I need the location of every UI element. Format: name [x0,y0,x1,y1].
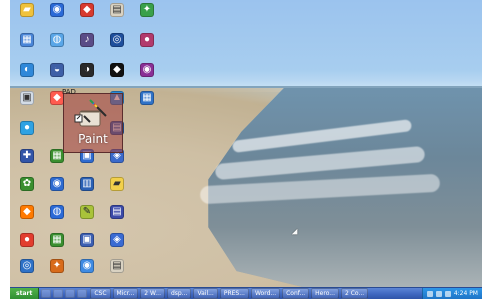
web-icon: ◎ [110,33,124,47]
app-icon: ◉ [80,259,94,273]
paint-label: Paint [78,132,108,146]
app-icon: ▦ [140,91,154,105]
tray-icon[interactable] [426,290,433,297]
taskbar: start CSC Micr... 2 W... dsp... Vail... … [10,287,482,299]
tray-icon[interactable] [435,290,442,297]
app-icon: ● [140,33,154,47]
desktop-icon-4[interactable]: ▤ [102,3,132,35]
folder-icon: ▰ [20,3,34,17]
tool-icon: ✦ [140,3,154,17]
app-icon: ✚ [20,149,34,163]
start-button[interactable]: start [10,288,40,299]
desktop-icon-41[interactable]: ▤ [102,259,132,287]
taskbar-button[interactable]: dsp... [167,288,192,299]
desktop-icon-8[interactable]: ♪ [72,33,102,65]
desktop-icon-9[interactable]: ◎ [102,33,132,65]
app-icon: ▦ [50,233,64,247]
app-icon: ◐ [20,63,34,77]
app-icon: ✦ [50,259,64,273]
quick-launch-icon-3[interactable] [65,289,76,298]
desktop-icon-19[interactable]: ▦ [132,91,162,123]
desktop-icon-39[interactable]: ✦ [42,259,72,287]
desktop: ▰ ◉ ◆ ▤ ✦ ▦ ◍ ♪ ◎ ● ◐ ◒ ◑ ◆ ◉ ▣ ◆ ▦ ● ✚ … [10,0,482,287]
app-icon: ◉ [140,63,154,77]
paint-selection-tile[interactable]: PAD Paint [62,88,123,153]
taskbar-button[interactable]: Hero... [311,288,339,299]
app-icon: ▥ [80,177,94,191]
app-icon: ◑ [80,63,94,77]
app-icon: ◆ [20,205,34,219]
system-tray: 4:24 PM [421,288,482,299]
tray-icon[interactable] [444,290,451,297]
app-icon: ✎ [80,205,94,219]
app-icon: ✿ [20,177,34,191]
desktop-icon-10[interactable]: ● [132,33,162,65]
app-icon: ▦ [50,149,64,163]
desktop-icon-1[interactable]: ▰ [12,3,42,35]
paint-icon [74,99,107,127]
paint-tile-small-text: PAD [62,88,76,96]
taskbar-button[interactable]: Micr... [112,288,139,299]
network-icon: ◉ [50,3,64,17]
taskbar-button[interactable]: 2 W... [140,288,165,299]
taskbar-tasks: CSC Micr... 2 W... dsp... Vail... PRES..… [90,288,419,299]
desktop-icon-5[interactable]: ✦ [132,3,162,35]
app-icon: ◆ [110,63,124,77]
document-icon: ▤ [110,3,124,17]
app-icon: ◍ [50,205,64,219]
desktop-icon-7[interactable]: ◍ [42,33,72,65]
app-icon: ▣ [80,233,94,247]
folder-icon: ▰ [110,177,124,191]
app-icon: ◎ [20,259,34,273]
app-icon: ◒ [50,63,64,77]
desktop-icon-38[interactable]: ◎ [12,259,42,287]
app-icon: ▦ [20,33,34,47]
desktop-icon-6[interactable]: ▦ [12,33,42,65]
app-icon: ◍ [50,33,64,47]
app-icon: ● [20,121,34,135]
desktop-icon-13[interactable]: ◑ [72,63,102,95]
app-icon: ◉ [50,177,64,191]
taskbar-button[interactable]: 2 Co... [341,288,369,299]
media-icon: ♪ [80,33,94,47]
quick-launch-icon-4[interactable] [77,289,88,298]
clock[interactable]: 4:24 PM [454,290,478,297]
app-icon: ▤ [110,205,124,219]
taskbar-button[interactable]: Vail... [193,288,218,299]
document-icon: ▤ [110,259,124,273]
desktop-icon-40[interactable]: ◉ [72,259,102,287]
quick-launch-icon-1[interactable] [41,289,52,298]
quick-launch [41,289,88,298]
app-icon: ◈ [110,233,124,247]
app-icon: ▣ [20,91,34,105]
app-icon: ◆ [80,3,94,17]
app-icon: ● [20,233,34,247]
desktop-icon-2[interactable]: ◉ [42,3,72,35]
quick-launch-icon-2[interactable] [53,289,64,298]
taskbar-button[interactable]: CSC [90,288,111,299]
taskbar-button[interactable]: Conf... [282,288,310,299]
taskbar-button[interactable]: Word... [250,288,281,299]
taskbar-button[interactable]: PRES... [219,288,249,299]
desktop-icon-3[interactable]: ◆ [72,3,102,35]
desktop-icon-16[interactable]: ▣ [12,91,42,123]
